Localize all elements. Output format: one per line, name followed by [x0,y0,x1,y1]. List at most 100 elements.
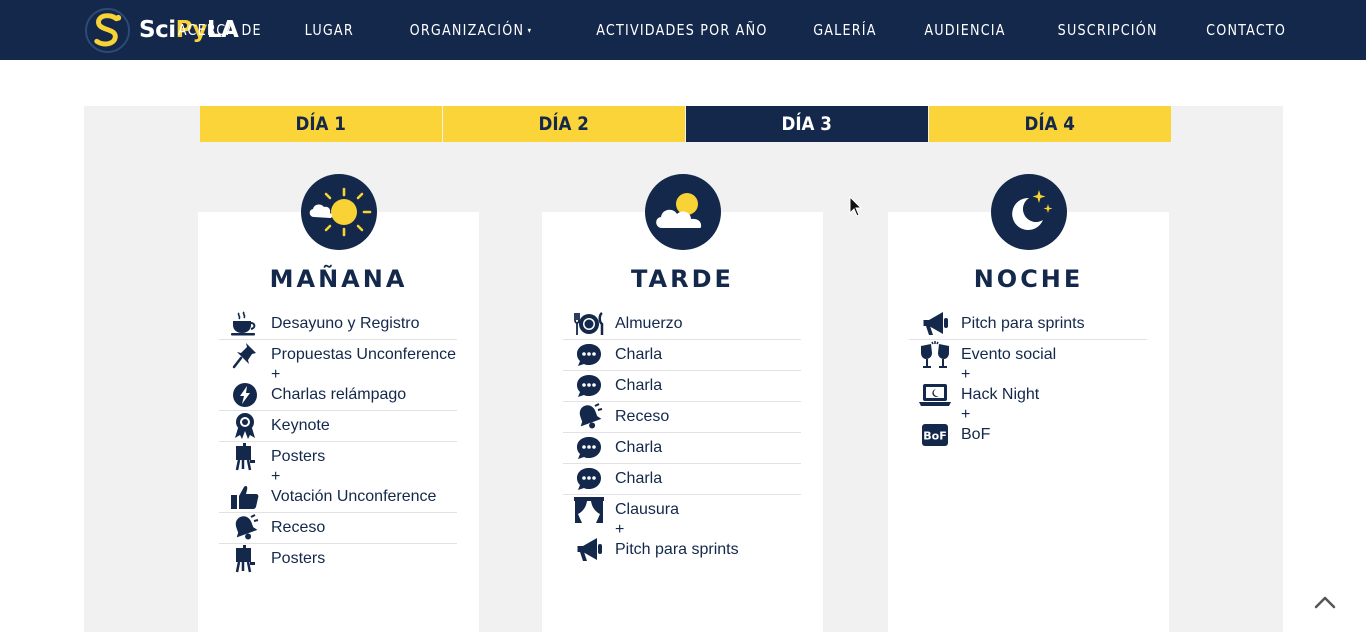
top-navbar: SciPyLA ACERCA DE LUGAR ORGANIZACIÓN ▾ ACTIV… [0,0,1366,60]
activity-label: Propuestas Unconference [271,346,456,363]
day-tabs: DÍA 1 DÍA 2 DÍA 3 DÍA 4 [200,106,1172,142]
back-to-top-icon[interactable] [1312,591,1338,613]
scipyla-logo-icon [84,7,131,53]
activity-label: Charla [615,470,663,487]
activity-list: Almuerzo Charla Charla Receso Charla Charla Cl… [563,309,801,565]
nav-item-contacto[interactable]: CONTACTO [1206,21,1286,39]
award-icon [219,412,271,440]
activity-label: Posters [271,550,326,567]
mouse-cursor-icon [849,196,863,217]
glasses-toast-icon [909,341,961,369]
activity-label: Pitch para sprints [615,541,739,558]
tab-label: DÍA 4 [1024,113,1076,135]
svg-text:BoF: BoF [923,430,946,443]
activity-item: Posters [219,544,457,574]
plus-separator: + [615,521,625,538]
activity-item: Charla [563,340,801,371]
activity-label: Posters [271,448,326,465]
nav-item-actividades-por-año[interactable]: ACTIVIDADES POR AÑO [597,21,768,39]
megaphone-icon [909,310,961,338]
nav-item-label: ACERCA DE [178,21,263,39]
nav-item-label: AUDIENCIA [924,21,1007,39]
activity-item: Charla [563,433,801,464]
activity-label: Evento social [961,346,1057,363]
column-title: TARDE [631,265,734,293]
activity-item: Almuerzo [563,309,801,340]
plus-separator: + [961,406,971,423]
activity-label: Votación Unconference [271,488,437,505]
column-title: NOCHE [973,265,1084,293]
schedule-column-tarde: TARDE Almuerzo Charla Charla Receso Charla Cha… [542,174,823,632]
coffee-icon [219,311,271,337]
activity-list: Desayuno y Registro Propuestas Unconferen… [219,309,457,574]
plus-separator: + [271,468,281,485]
cloud-sun-icon [644,174,721,250]
activity-item: Receso [563,402,801,433]
column-title: MAÑANA [269,265,408,293]
sun-cloud-icon [300,174,377,250]
activity-label: Receso [615,408,670,425]
activity-item: Charla [563,371,801,402]
nav-item-acerca-de[interactable]: ACERCA DE [178,21,262,39]
tab-day-4[interactable]: DÍA 4 [929,106,1171,142]
activity-label: Charlas relámpago [271,386,407,403]
nav-item-label: ORGANIZACIÓN [409,21,525,39]
schedule-column-noche: NOCHE Pitch para sprints Evento social + Hac… [888,174,1169,632]
thumbs-up-icon [219,484,271,510]
curtains-icon [563,496,615,524]
easel-icon [219,545,271,573]
nav-item-label: ACTIVIDADES POR AÑO [596,21,768,39]
activity-label: Charla [615,439,663,456]
nav-item-organización[interactable]: ORGANIZACIÓN ▾ [410,21,533,39]
moon-stars-icon [990,174,1067,250]
tab-label: DÍA 3 [781,113,833,135]
activity-item: Posters + Votación Unconference [219,442,457,513]
nav-item-galería[interactable]: GALERÍA [813,21,876,39]
activity-label: Charla [615,346,663,363]
schedule-column-mañana: MAÑANA Desayuno y Registro Propuestas Unco… [198,174,479,632]
activity-label: Desayuno y Registro [271,315,420,332]
activity-item: Receso [219,513,457,544]
nav-item-audiencia[interactable]: AUDIENCIA [925,21,1006,39]
activity-label: Keynote [271,417,330,434]
plus-separator: + [271,366,281,383]
nav-item-label: CONTACTO [1205,21,1286,39]
tab-day-3[interactable]: DÍA 3 [686,106,928,142]
activity-item: Pitch para sprints [909,309,1147,340]
tab-day-2[interactable]: DÍA 2 [443,106,685,142]
activity-item: Desayuno y Registro [219,309,457,340]
activity-item: Evento social + Hack Night + BoF BoF [909,340,1147,450]
activity-label: BoF [961,426,991,443]
activity-label: Pitch para sprints [961,315,1085,332]
activity-label: Receso [271,519,326,536]
activity-label: Charla [615,377,663,394]
utensils-icon [563,311,615,337]
lightning-icon [219,382,271,408]
chat-icon [563,342,615,368]
nav-item-suscripción[interactable]: SUSCRIPCIÓN [1058,21,1158,39]
bof-icon: BoF [909,423,961,447]
laptop-icon [909,382,961,408]
main-menu: ACERCA DE LUGAR ORGANIZACIÓN ▾ ACTIVIDADES P… [129,0,1286,60]
nav-item-label: SUSCRIPCIÓN [1057,21,1158,39]
pushpin-icon [219,341,271,369]
nav-item-label: GALERÍA [813,21,877,39]
plus-separator: + [961,366,971,383]
tab-label: DÍA 2 [538,113,590,135]
activity-item: Charla [563,464,801,495]
easel-icon [219,443,271,471]
bell-icon [563,403,615,431]
bell-icon [219,514,271,542]
activity-label: Hack Night [961,386,1040,403]
tab-label: DÍA 1 [295,113,347,135]
chevron-down-icon: ▾ [527,25,533,35]
activity-item: Clausura + Pitch para sprints [563,495,801,565]
activity-item: Propuestas Unconference + Charlas relámpag… [219,340,457,411]
activity-list: Pitch para sprints Evento social + Hack Nig… [909,309,1147,450]
tab-day-1[interactable]: DÍA 1 [200,106,442,142]
activity-label: Almuerzo [615,315,683,332]
nav-item-lugar[interactable]: LUGAR [305,21,354,39]
activity-item: Keynote [219,411,457,442]
megaphone-icon [563,536,615,564]
activity-label: Clausura [615,501,680,518]
